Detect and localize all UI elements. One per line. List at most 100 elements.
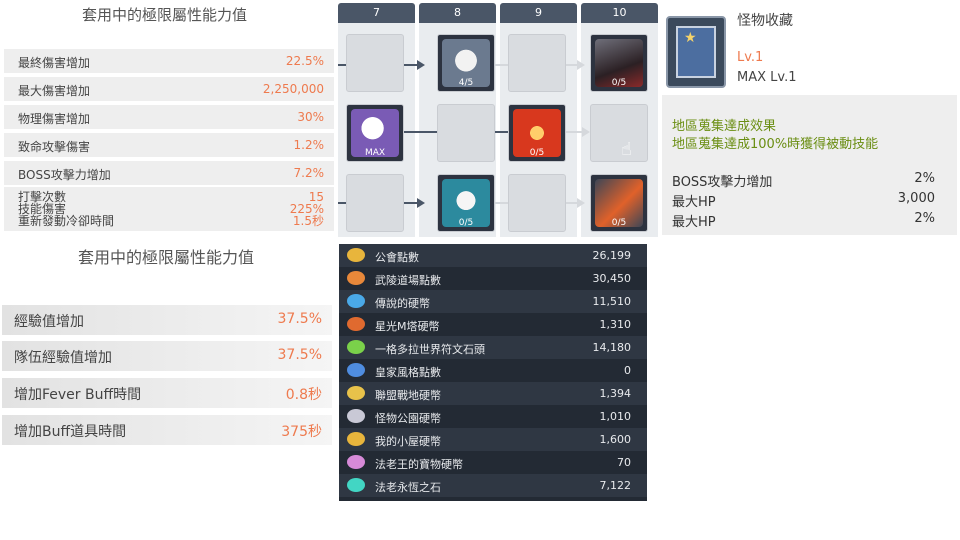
currency-label: 傳說的硬幣 [375,297,430,310]
empty-slot[interactable] [508,34,566,92]
arrow-connector [564,127,590,137]
ability-row: BOSS攻擊力增加 7.2% [4,161,334,185]
ability-label: 增加Fever Buff時間 [14,387,142,403]
ability-row: 最終傷害增加 22.5% [4,49,334,73]
ability-label: 增加Buff道具時間 [14,424,127,440]
ability-row-multi: 打擊次數 技能傷害 重新發動冷卻時間 15 225% 1.5秒 [4,187,334,231]
currency-row: 法老永恆之石 7,122 [339,474,647,497]
ability-label: 致命攻擊傷害 [18,140,91,154]
currency-row: 公會點數 26,199 [339,244,647,267]
currency-label: 公會點數 [375,251,419,264]
collection-grid: 7 8 9 10 4/5 0/5 MAX 0/5 ☝ 0/5 0/5 [338,0,658,238]
empty-slot[interactable] [437,104,495,162]
star-icon: ★ [684,30,697,46]
ability-row: 最大傷害增加 2,250,000 [4,77,334,101]
effect-stat-label: 最大HP [672,195,716,210]
monster-slot[interactable]: MAX [346,104,404,162]
coin-icon [347,363,365,377]
currency-value: 11,510 [592,295,632,308]
monster-slot[interactable]: 0/5 [437,174,495,232]
effect-stat-value: 3,000 [897,191,935,206]
effect-title: 地區蒐集達成效果 [672,119,777,134]
empty-slot[interactable] [346,34,404,92]
ability-label: 經驗值增加 [14,314,84,330]
empty-slot[interactable] [346,174,404,232]
ability-value: 37.5% [277,347,322,363]
coin-icon [347,455,365,469]
card-max-level: MAX Lv.1 [737,70,797,85]
coin-icon [347,386,365,400]
coin-icon [347,478,365,492]
ability-label: 物理傷害增加 [18,112,91,126]
currency-value: 1,394 [599,387,632,400]
currency-value: 0 [624,364,631,377]
currency-label: 法老王的寶物硬幣 [375,458,463,471]
effect-stat-row: 最大HP 2% [672,211,947,230]
column-header: 9 [500,3,577,23]
collection-card-icon: ★ [666,16,726,88]
ability-label: 重新發動冷卻時間 [18,214,115,228]
column-header: 7 [338,3,415,23]
empty-slot[interactable] [508,174,566,232]
coin-icon [347,294,365,308]
coin-icon [347,248,365,262]
column-header: 10 [581,3,658,23]
coin-icon [347,340,365,354]
ability-panel-title: 套用中的極限屬性能力值 [82,6,248,24]
monster-slot[interactable]: 0/5 [590,174,648,232]
card-name: 怪物收藏 [737,13,793,29]
effect-stat-value: 2% [914,211,935,226]
monster-slot[interactable]: 0/5 [590,34,648,92]
ability-value: 0.8秒 [285,387,322,403]
slot-count: 0/5 [458,218,474,228]
ability-panel-title: 套用中的極限屬性能力值 [78,248,255,267]
slot-count: 0/5 [611,218,627,228]
ability-value: 375秒 [281,424,322,440]
ability-value: 1.5秒 [292,214,324,228]
currency-row: 皇家風格點數 0 [339,359,647,382]
currency-label: 我的小屋硬幣 [375,435,441,448]
currency-label: 聯盟戰地硬幣 [375,389,441,402]
effect-stat-row: BOSS攻擊力增加 2% [672,171,947,190]
ability-row: 經驗值增加 37.5% [2,305,332,335]
slot-count: 4/5 [458,78,474,88]
ability-value: 22.5% [285,54,324,68]
empty-slot[interactable]: ☝ [590,104,648,162]
currency-label: 武陵道場點數 [375,274,441,287]
column-header: 8 [419,3,496,23]
currency-row: 怪物公園硬幣 1,010 [339,405,647,428]
pointer-hand-icon: ☝ [621,139,632,160]
currency-label: 法老永恆之石 [375,481,441,494]
monster-slot[interactable]: 0/5 [508,104,566,162]
currency-value: 26,199 [592,249,632,262]
collection-effects: 地區蒐集達成效果 地區蒐集達成100%時獲得被動技能 BOSS攻擊力增加 2% … [662,95,957,235]
ability-label: 最大傷害增加 [18,84,91,98]
coin-icon [347,271,365,285]
ability-row: 增加Fever Buff時間 0.8秒 [2,378,332,408]
effect-stat-label: BOSS攻擊力增加 [672,175,773,190]
coin-icon [347,432,365,446]
currency-value: 1,310 [599,318,632,331]
ability-panel-2: 套用中的極限屬性能力值 經驗值增加 37.5% 隊伍經驗值增加 37.5% 增加… [0,234,334,448]
currency-row: 傳說的硬幣 11,510 [339,290,647,313]
effect-description: 地區蒐集達成100%時獲得被動技能 [672,137,879,152]
currency-label: 星光M塔硬幣 [375,320,440,333]
ability-row: 增加Buff道具時間 375秒 [2,415,332,445]
currency-row: 武陵道場點數 30,450 [339,267,647,290]
slot-count: 0/5 [529,148,545,158]
collection-card-info: ★ 怪物收藏 Lv.1 MAX Lv.1 [662,0,960,92]
slot-count: MAX [364,148,386,158]
currency-row: 我的小屋硬幣 1,600 [339,428,647,451]
currency-label: 一格多拉世界符文石頭 [375,343,485,356]
ability-panel-1: 套用中的極限屬性能力值 最終傷害增加 22.5% 最大傷害增加 2,250,00… [0,0,334,242]
currency-value: 14,180 [592,341,632,354]
monster-slot[interactable]: 4/5 [437,34,495,92]
ability-row: 致命攻擊傷害 1.2% [4,133,334,157]
currency-value: 1,010 [599,410,632,423]
currency-value: 7,122 [599,479,632,492]
currency-row: 法老王的寶物硬幣 70 [339,451,647,474]
ability-row: 隊伍經驗值增加 37.5% [2,341,332,371]
ability-label: 隊伍經驗值增加 [14,350,112,366]
effect-stat-value: 2% [914,171,935,186]
currency-value: 70 [617,456,631,469]
